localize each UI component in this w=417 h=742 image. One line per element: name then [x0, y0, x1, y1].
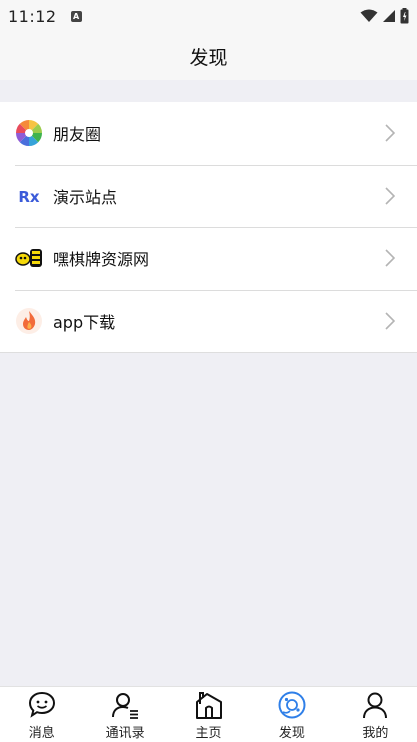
compass-icon [277, 690, 307, 720]
list-item-label: 朋友圈 [53, 125, 102, 145]
tab-contacts[interactable]: 通讯录 [83, 687, 166, 742]
tab-profile[interactable]: 我的 [334, 687, 417, 742]
list-item-moments[interactable]: 朋友圈 [0, 102, 417, 165]
tab-label: 通讯录 [105, 726, 145, 741]
discover-list: 朋友圈 Rx 演示站点 嘿棋牌资源网 app下载 [0, 102, 417, 353]
tab-label: 我的 [362, 726, 389, 741]
list-item-app-download[interactable]: app下载 [0, 289, 417, 353]
chevron-right-icon [385, 312, 395, 330]
status-icons [360, 8, 409, 24]
list-item-qipai-resource[interactable]: 嘿棋牌资源网 [0, 227, 417, 290]
flame-icon [15, 307, 43, 335]
chevron-right-icon [385, 249, 395, 267]
page-title: 发现 [189, 46, 228, 69]
tab-label: 消息 [28, 726, 55, 741]
list-item-label: 嘿棋牌资源网 [53, 250, 150, 270]
tab-discover[interactable]: 发现 [250, 687, 333, 742]
nav-bar: 发现 [0, 32, 417, 80]
status-time: 11:12 [8, 6, 57, 26]
list-item-demo-site[interactable]: Rx 演示站点 [0, 164, 417, 228]
list-item-label: 演示站点 [53, 187, 118, 207]
chevron-right-icon [385, 187, 395, 205]
battery-icon [400, 8, 409, 24]
wifi-icon [360, 9, 378, 22]
rx-logo-icon: Rx [15, 182, 43, 210]
list-item-label: app下载 [53, 312, 116, 332]
svg-text:Rx: Rx [18, 188, 40, 206]
signal-icon [383, 10, 395, 22]
qipai-logo-icon [15, 244, 43, 272]
chat-bubble-icon [27, 690, 57, 720]
status-bar: 11:12 A [0, 0, 417, 32]
person-icon [360, 690, 390, 720]
home-icon [194, 690, 224, 720]
tab-home[interactable]: 主页 [167, 687, 250, 742]
notification-badge: A [70, 10, 82, 22]
tab-label: 发现 [278, 726, 305, 741]
tab-label: 主页 [195, 726, 222, 741]
pinwheel-icon [15, 119, 43, 147]
contacts-icon [110, 690, 140, 720]
chevron-right-icon [385, 124, 395, 142]
tab-messages[interactable]: 消息 [0, 687, 83, 742]
bottom-tab-bar: 消息 通讯录 主页 发现 我的 [0, 686, 417, 742]
